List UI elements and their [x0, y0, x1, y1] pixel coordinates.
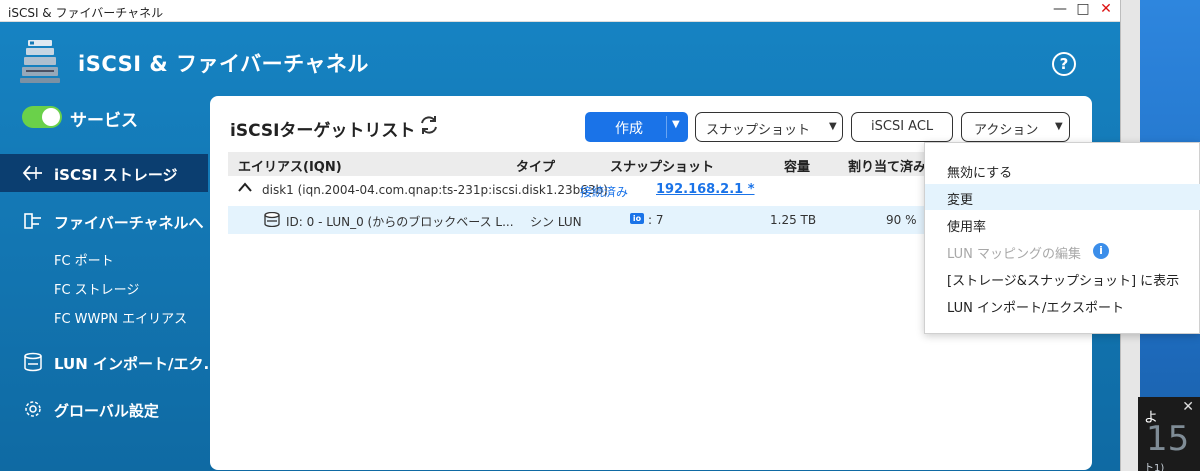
menu-item-label: [ストレージ&スナップショット] に表示	[947, 274, 1180, 289]
action-button-label: アクション	[974, 123, 1039, 138]
status-badge: 接続済み	[580, 185, 629, 199]
snapshot-icon: io	[630, 213, 644, 224]
help-icon[interactable]: ?	[1052, 52, 1076, 76]
sidebar-subitem-fc-storage[interactable]: FC ストレージ	[54, 279, 139, 298]
create-button-label: 作成	[615, 121, 643, 137]
gear-icon	[25, 401, 41, 417]
sidebar-item-iscsi-storage[interactable]: iSCSI ストレージ	[0, 154, 208, 192]
service-toggle[interactable]	[22, 106, 62, 128]
menu-item-lun-import-export[interactable]: LUN インポート/エクスポート	[925, 292, 1200, 318]
column-header-alias[interactable]: エイリアス(IQN)	[238, 156, 342, 175]
chevron-down-icon[interactable]: ▼	[672, 119, 680, 130]
notification-toast[interactable]: よ 15 ト1) ✕	[1138, 397, 1200, 471]
lun-disk-icon	[264, 212, 280, 227]
lun-allocated: 90 %	[886, 213, 917, 227]
toggle-knob	[42, 108, 60, 126]
snapshot-button-label: スナップショット	[706, 123, 811, 138]
sidebar-item-label: LUN インポート/エク...	[54, 355, 221, 373]
column-header-type[interactable]: タイプ	[516, 156, 555, 175]
column-header-allocated[interactable]: 割り当て済み	[848, 156, 926, 175]
app-title: iSCSI & ファイバーチャネル	[78, 52, 369, 76]
menu-item-usage[interactable]: 使用率	[925, 211, 1200, 237]
sidebar: サービス iSCSI ストレージ ファイバーチャネルへ FC ポート FC スト…	[0, 98, 221, 471]
app-header: iSCSI & ファイバーチャネル ?	[0, 22, 1120, 98]
menu-item-label: LUN インポート/エクスポート	[947, 301, 1124, 316]
sidebar-item-label: グローバル設定	[54, 402, 159, 420]
button-separator	[666, 116, 667, 138]
service-label: サービス	[70, 111, 138, 131]
sidebar-item-label: iSCSI ストレージ	[54, 166, 178, 184]
notification-subtext: ト1)	[1144, 463, 1165, 471]
info-icon[interactable]: i	[1093, 243, 1109, 259]
lun-import-icon	[24, 352, 42, 372]
column-header-snapshot[interactable]: スナップショット	[610, 156, 714, 175]
notification-close-icon[interactable]: ✕	[1182, 399, 1194, 415]
sidebar-item-label: ファイバーチャネルへ	[54, 214, 204, 232]
menu-item-edit-lun-mapping: LUN マッピングの編集 i	[925, 238, 1200, 264]
refresh-icon[interactable]	[418, 114, 440, 136]
window-title: iSCSI & ファイバーチャネル	[8, 6, 164, 20]
action-button[interactable]: アクション ▼	[961, 112, 1070, 142]
minimize-button[interactable]: —	[1050, 1, 1070, 17]
fibre-channel-icon	[24, 213, 41, 229]
sidebar-item-lun-import[interactable]: LUN インポート/エク...	[0, 343, 221, 381]
maximize-button[interactable]: □	[1073, 1, 1093, 17]
target-ip-link[interactable]: 192.168.2.1 *	[656, 182, 755, 197]
menu-item-label: 無効にする	[947, 166, 1013, 181]
snapshot-count: : 7	[648, 213, 664, 227]
create-button[interactable]: 作成 ▼	[585, 112, 688, 142]
window-titlebar[interactable]: iSCSI & ファイバーチャネル — □ ✕	[0, 0, 1120, 22]
close-button[interactable]: ✕	[1096, 1, 1116, 17]
iscsi-acl-button[interactable]: iSCSI ACL	[851, 112, 953, 142]
action-dropdown-menu: 無効にする 変更 使用率 LUN マッピングの編集 i [ストレージ&スナップシ…	[924, 142, 1200, 334]
lun-name: ID: 0 - LUN_0 (からのブロックベース L...	[286, 215, 514, 229]
chevron-down-icon: ▼	[829, 121, 837, 132]
sidebar-item-fibre-channel[interactable]: ファイバーチャネルへ	[0, 202, 208, 240]
lun-capacity: 1.25 TB	[770, 213, 817, 227]
column-header-capacity[interactable]: 容量	[784, 156, 810, 175]
page-title: iSCSIターゲットリスト	[230, 121, 416, 141]
chevron-up-icon[interactable]	[238, 182, 252, 192]
lun-type: シン LUN	[530, 215, 582, 229]
sidebar-item-global-settings[interactable]: グローバル設定	[0, 390, 208, 428]
snapshot-button[interactable]: スナップショット ▼	[695, 112, 843, 142]
menu-item-label: LUN マッピングの編集	[947, 247, 1081, 262]
app-logo-icon	[20, 40, 60, 83]
menu-item-modify[interactable]: 変更	[925, 184, 1200, 210]
notification-number: 15	[1146, 419, 1190, 459]
menu-item-show-in-storage[interactable]: [ストレージ&スナップショット] に表示	[925, 265, 1200, 291]
sidebar-subitem-fc-wwpn-alias[interactable]: FC WWPN エイリアス	[54, 308, 187, 327]
menu-item-label: 変更	[947, 193, 974, 208]
chevron-down-icon: ▼	[1055, 121, 1063, 132]
menu-item-disable[interactable]: 無効にする	[925, 157, 1200, 183]
menu-item-label: 使用率	[947, 220, 987, 235]
iscsi-storage-icon	[22, 165, 42, 181]
iscsi-acl-button-label: iSCSI ACL	[871, 119, 934, 134]
target-name: disk1 (iqn.2004-04.com.qnap:ts-231p:iscs…	[262, 183, 608, 197]
sidebar-subitem-fc-port[interactable]: FC ポート	[54, 250, 114, 269]
